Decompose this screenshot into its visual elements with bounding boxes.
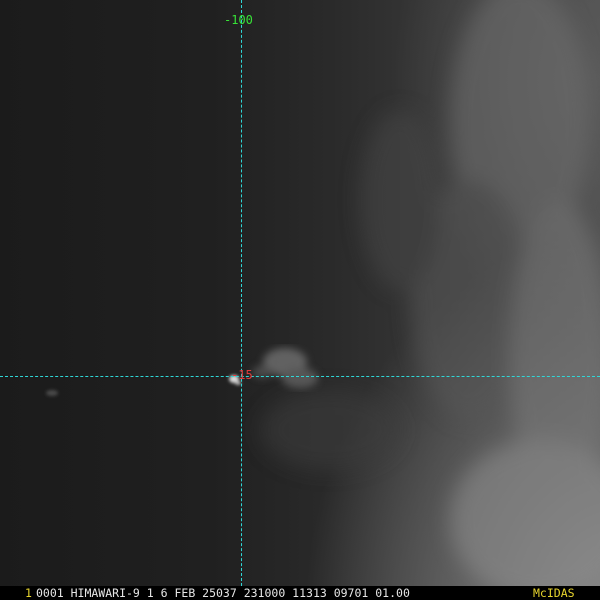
cloud-streaks — [260, 0, 600, 586]
status-bar: 1 0001 HIMAWARI-9 1 6 FEB 25037 231000 1… — [0, 586, 600, 600]
latitude-gridline — [0, 376, 600, 377]
bright-cloud-spot — [46, 375, 241, 396]
latitude-label: -15 — [231, 368, 253, 382]
satellite-image-frame: -100 -15 1 0001 HIMAWARI-9 1 6 FEB 25037… — [0, 0, 600, 600]
mcidas-brand: McIDAS — [533, 586, 575, 600]
image-header: 0001 HIMAWARI-9 1 6 FEB 25037 231000 113… — [36, 586, 410, 600]
satellite-imagery — [46, 0, 600, 586]
longitude-label: -100 — [224, 13, 253, 27]
longitude-gridline — [241, 0, 242, 586]
cloud-cluster — [252, 348, 318, 388]
frame-number: 1 — [25, 586, 32, 600]
